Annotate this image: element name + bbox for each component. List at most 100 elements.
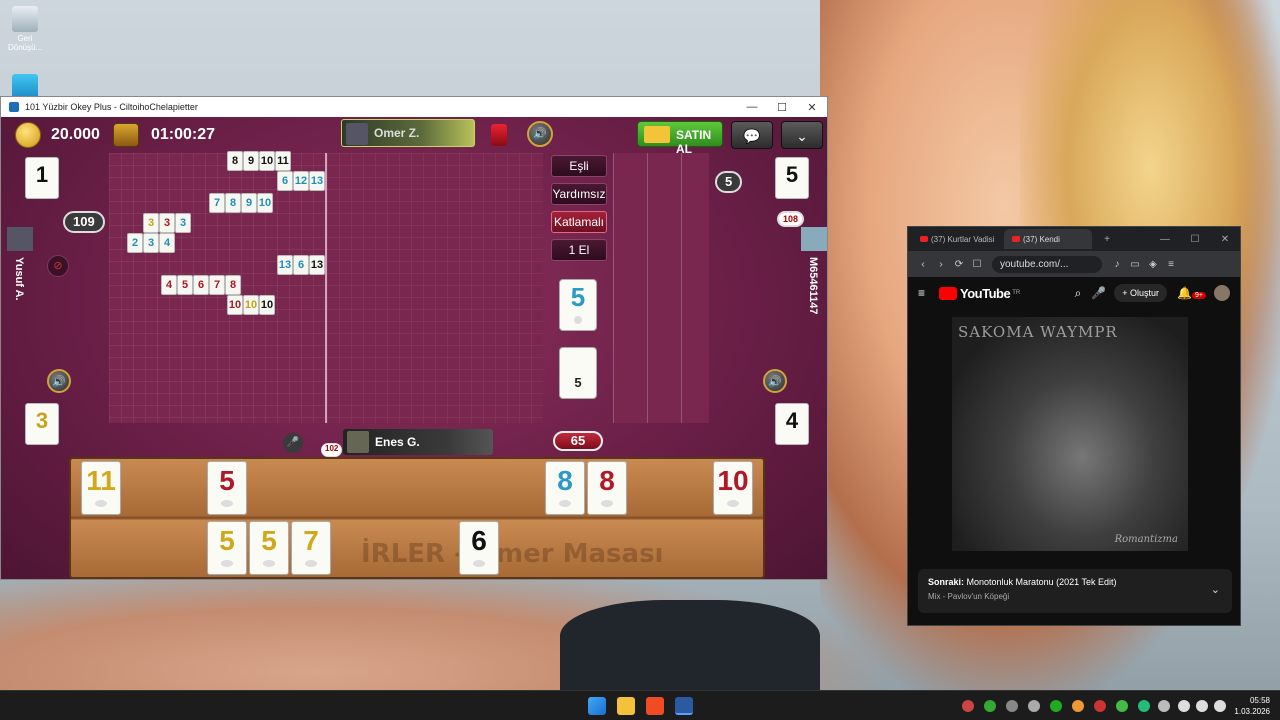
back-icon[interactable]: ‹ (914, 259, 932, 270)
meld-tile: 10 (259, 151, 275, 171)
game-titlebar[interactable]: 101 Yüzbir Okey Plus - CiltoihoChelapiet… (1, 97, 827, 117)
buy-button[interactable]: SATIN AL (637, 121, 723, 156)
game-taskbar-icon[interactable] (675, 697, 693, 715)
clock[interactable]: 05:58 1.03.2026 (1234, 695, 1270, 717)
start-icon[interactable] (588, 697, 606, 715)
bottom-left-indicator-tile: 3 (25, 403, 59, 445)
minimize-button[interactable]: — (737, 101, 767, 113)
brave-browser-icon[interactable] (646, 697, 664, 715)
rack-tile[interactable]: 6 (459, 521, 499, 575)
rack-tile[interactable]: 8 (545, 461, 585, 515)
rack-tile[interactable]: 8 (587, 461, 627, 515)
rack-tile[interactable]: 10 (713, 461, 753, 515)
rack-tile[interactable]: 5 (207, 521, 247, 575)
browser-minimize-button[interactable]: — (1150, 234, 1180, 245)
address-bar[interactable]: youtube.com/... (992, 255, 1102, 273)
rack-tile-number: 5 (219, 465, 235, 496)
top-right-score: 5 (715, 171, 743, 193)
meld-group[interactable]: 13 6 13 (277, 255, 325, 275)
reader-icon[interactable]: ▭ (1126, 259, 1144, 270)
forward-icon[interactable]: › (932, 259, 950, 270)
hamburger-icon[interactable]: ≡ (918, 286, 925, 300)
tile-dot (221, 560, 233, 567)
maximize-button[interactable]: ☐ (767, 101, 797, 114)
meld-group[interactable]: 6 12 13 (277, 171, 325, 191)
bookmark-icon[interactable]: ☐ (968, 259, 986, 270)
microphone-icon[interactable]: 🎤 (1091, 286, 1106, 300)
discard-area-right[interactable] (613, 153, 709, 423)
youtube-logo-icon[interactable] (939, 286, 958, 300)
rack-tile[interactable]: 11 (81, 461, 121, 515)
up-next-prefix: Sonraki: (928, 577, 965, 587)
meld-tile: 7 (209, 193, 225, 213)
rack-tile[interactable]: 5 (207, 461, 247, 515)
create-button[interactable]: + Oluştur (1114, 284, 1168, 302)
meld-tile: 11 (275, 151, 291, 171)
right-player-name: M65461147 (807, 257, 819, 315)
menu-icon[interactable]: ≡ (1162, 259, 1180, 270)
sound-toggle-button[interactable]: 🔊 (527, 121, 553, 147)
tray-icon[interactable] (1006, 700, 1018, 712)
file-explorer-icon[interactable] (617, 697, 635, 715)
tray-icon[interactable] (1050, 700, 1062, 712)
avatar[interactable] (1214, 285, 1230, 301)
meld-tile: 8 (225, 193, 241, 213)
meld-group[interactable]: 8 9 10 11 (227, 151, 291, 171)
browser-close-button[interactable]: ✕ (1210, 234, 1240, 245)
new-tab-button[interactable]: + (1092, 234, 1122, 245)
desktop-icon-recycle-bin[interactable]: Geri Dönüşü... (8, 6, 42, 52)
youtube-brand[interactable]: YouTube (960, 286, 1011, 301)
close-button[interactable]: ✕ (797, 101, 827, 114)
tray-icon[interactable] (984, 700, 996, 712)
reload-icon[interactable]: ⟳ (950, 259, 968, 270)
create-label: Oluştur (1130, 288, 1160, 298)
chevron-down-icon[interactable]: ⌄ (1211, 583, 1220, 596)
tray-icon[interactable] (1072, 700, 1084, 712)
browser-maximize-button[interactable]: ☐ (1180, 234, 1210, 245)
volume-icon[interactable] (1196, 700, 1208, 712)
shield-icon[interactable]: ◈ (1144, 259, 1162, 270)
tray-icon[interactable] (962, 700, 974, 712)
battery-icon[interactable] (1214, 700, 1226, 712)
rack-tile[interactable]: 7 (291, 521, 331, 575)
tray-icon[interactable] (1028, 700, 1040, 712)
recycle-bin-icon (12, 6, 38, 32)
left-player-avatar[interactable] (7, 227, 33, 251)
tray-icon[interactable] (1116, 700, 1128, 712)
video-player[interactable]: SAKOMA WAYMPR Romantizma (952, 317, 1188, 551)
right-sound-button[interactable]: 🔊 (763, 369, 787, 393)
right-player-avatar[interactable] (801, 227, 827, 251)
meld-group[interactable]: 45678 (161, 275, 241, 295)
browser-toolbar: ‹ › ⟳ ☐ youtube.com/... ♪ ▭ ◈ ≡ (908, 251, 1240, 277)
rack-tile[interactable]: 5 (249, 521, 289, 575)
meld-tile: 6 (293, 255, 309, 275)
left-sound-button[interactable]: 🔊 (47, 369, 71, 393)
opponent-top-panel[interactable]: Omer Z. (341, 119, 475, 147)
tray-icon[interactable] (1158, 700, 1170, 712)
meld-group[interactable]: 234 (127, 233, 175, 253)
extension-icon[interactable]: ♪ (1108, 259, 1126, 270)
money-icon (644, 126, 670, 143)
tray-icon[interactable] (1138, 700, 1150, 712)
wifi-icon[interactable] (1178, 700, 1190, 712)
chest-icon[interactable] (113, 123, 139, 147)
browser-tab[interactable]: (37) Kurtlar Vadisi (912, 229, 1000, 249)
mute-icon[interactable]: ⊘ (47, 255, 69, 277)
tray-icon[interactable] (1094, 700, 1106, 712)
tile-rack[interactable]: İRLER - Omer Masası 11 5 8 8 10 5 5 7 6 (69, 457, 765, 579)
menu-button[interactable]: ⌄ (781, 121, 823, 149)
bottom-player-panel[interactable]: Enes G. (343, 429, 493, 455)
draw-pile-tile[interactable]: 5 (559, 347, 597, 399)
browser-tab-active[interactable]: (37) Kendi (1004, 229, 1092, 249)
gift-icon[interactable] (491, 124, 507, 146)
microphone-icon[interactable]: 🎤 (283, 433, 303, 453)
up-next-card[interactable]: Sonraki: Monotonluk Maratonu (2021 Tek E… (918, 569, 1232, 613)
meld-tile: 10 (259, 295, 275, 315)
meld-area-center[interactable] (327, 153, 543, 423)
chat-button[interactable]: 💬 (731, 121, 773, 149)
search-icon[interactable]: ⌕ (1075, 286, 1082, 301)
meld-group[interactable]: 7 8 9 10 (209, 193, 273, 213)
meld-group[interactable]: 10 10 10 (227, 295, 275, 315)
meld-group[interactable]: 333 (143, 213, 191, 233)
notifications-icon[interactable]: 🔔 9+ (1177, 286, 1206, 300)
